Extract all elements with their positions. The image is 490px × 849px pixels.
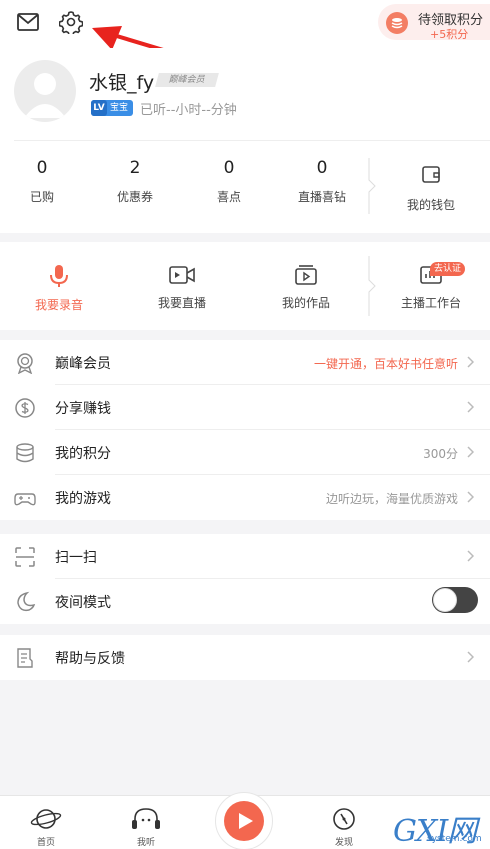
menu-item-label: 夜间模式 <box>55 595 111 611</box>
watermark-url: system.com <box>427 834 482 844</box>
vip-tag-label: 巅峰会员 <box>167 75 207 85</box>
play-icon <box>239 813 253 829</box>
headphones-icon <box>132 808 160 829</box>
menu-item-value: 一键开通，百本好书任意听 <box>313 357 458 371</box>
tab-label: 发现 <box>334 838 353 848</box>
level-badge[interactable]: LV 宝宝 <box>91 100 133 116</box>
works-icon <box>295 265 317 285</box>
feedback-icon <box>17 648 33 668</box>
stat-coupons[interactable]: 2 优惠券 <box>90 158 180 205</box>
tab-label: 我听 <box>136 838 155 848</box>
chevron-right-icon <box>467 651 474 663</box>
pending-points-button[interactable]: 待领取积分 +5积分 <box>378 4 490 41</box>
menu-item-help-feedback[interactable]: 帮助与反馈 <box>0 635 490 680</box>
tool-label: 我要录音 <box>34 298 83 312</box>
menu-item-vip[interactable]: 巅峰会员 一键开通，百本好书任意听 <box>0 340 490 385</box>
my-works-button[interactable]: 我的作品 <box>261 264 351 311</box>
chevron-right-icon <box>467 550 474 562</box>
gamepad-icon <box>14 493 36 506</box>
tab-label: 首页 <box>36 838 55 848</box>
listen-time: 已听--小时--分钟 <box>140 103 237 118</box>
watermark: GXI网 system.com <box>393 806 487 849</box>
menu-group-account: 巅峰会员 一键开通，百本好书任意听 分享赚钱 我的积分 300分 我的游戏 边听… <box>0 340 490 520</box>
stat-value: 0 <box>223 158 235 178</box>
chevron-right-icon <box>467 491 474 503</box>
menu-item-night-mode: 夜间模式 <box>0 579 490 624</box>
tool-label: 我要直播 <box>157 296 206 310</box>
menu-item-share-earn[interactable]: 分享赚钱 <box>0 385 490 430</box>
stat-xidian[interactable]: 0 喜点 <box>184 158 274 205</box>
stat-value: 2 <box>129 158 141 178</box>
moon-icon <box>17 591 36 612</box>
profile-card: 水银_fy 巅峰会员 LV 宝宝 已听--小时--分钟 0 已购 2 优惠券 0… <box>0 48 490 233</box>
stat-label: 已购 <box>29 190 54 204</box>
creator-tools: 我要录音 我要直播 我的作品 主播工作台 <box>0 242 490 330</box>
stat-label: 喜点 <box>216 190 241 204</box>
chevron-right-icon <box>467 446 474 458</box>
verify-tag[interactable]: 去认证 <box>430 262 466 276</box>
pending-points-subtitle: +5积分 <box>430 28 469 41</box>
toggle-knob <box>433 588 457 612</box>
menu-item-games[interactable]: 我的游戏 边听边玩，海量优质游戏 <box>0 475 490 520</box>
menu-item-label: 我的积分 <box>55 446 111 462</box>
tab-my-listening[interactable]: 我听 <box>116 806 176 848</box>
play-button-inner <box>224 801 264 841</box>
menu-item-label: 帮助与反馈 <box>55 651 125 667</box>
stats-row: 0 已购 2 优惠券 0 喜点 0 直播喜钻 我的钱包 <box>0 158 490 218</box>
menu-item-value: 300分 <box>423 447 458 461</box>
stat-label: 直播喜钻 <box>297 190 346 204</box>
mail-icon[interactable] <box>16 10 40 34</box>
menu-item-label: 扫一扫 <box>55 550 97 566</box>
menu-item-label: 我的游戏 <box>55 491 111 507</box>
vip-tag[interactable]: 巅峰会员 <box>155 73 219 87</box>
stat-label: 优惠券 <box>116 190 153 204</box>
chevron-right-icon <box>467 401 474 413</box>
dollar-icon <box>15 398 35 418</box>
level-badge-lv: LV <box>91 100 107 116</box>
tool-label: 主播工作台 <box>400 296 461 310</box>
night-mode-toggle[interactable] <box>432 587 478 613</box>
menu-group-help: 帮助与反馈 <box>0 635 490 680</box>
level-badge-name: 宝宝 <box>110 103 129 113</box>
stat-value: 0 <box>36 158 48 178</box>
menu-item-label: 分享赚钱 <box>55 401 111 417</box>
play-button[interactable] <box>215 792 273 849</box>
wallet-icon <box>422 166 440 183</box>
scan-icon <box>15 547 35 567</box>
separator-chevron <box>368 256 376 316</box>
medal-icon <box>17 353 33 374</box>
planet-icon <box>30 809 62 829</box>
coin-icon <box>386 12 408 34</box>
stat-value: 0 <box>316 158 328 178</box>
stat-live-diamonds[interactable]: 0 直播喜钻 <box>277 158 367 205</box>
stat-purchased[interactable]: 0 已购 <box>0 158 87 205</box>
menu-item-scan[interactable]: 扫一扫 <box>0 534 490 579</box>
chevron-right-icon <box>467 356 474 368</box>
go-live-button[interactable]: 我要直播 <box>137 264 227 311</box>
live-camera-icon <box>169 266 195 284</box>
record-audio-button[interactable]: 我要录音 <box>14 264 104 313</box>
tool-label: 我的作品 <box>281 296 330 310</box>
menu-item-value: 边听边玩，海量优质游戏 <box>325 492 458 506</box>
avatar[interactable] <box>14 60 76 122</box>
separator-chevron <box>368 158 376 214</box>
wallet-button[interactable]: 我的钱包 <box>402 164 460 213</box>
menu-item-label: 巅峰会员 <box>55 356 111 372</box>
coins-icon <box>16 443 34 463</box>
tab-home[interactable]: 首页 <box>16 806 76 848</box>
username[interactable]: 水银_fy <box>89 68 154 95</box>
gear-icon[interactable] <box>59 10 83 34</box>
menu-item-points[interactable]: 我的积分 300分 <box>0 430 490 475</box>
tab-discover[interactable]: 发现 <box>314 806 374 848</box>
wallet-label: 我的钱包 <box>406 198 455 212</box>
compass-icon <box>333 808 355 830</box>
top-bar: 待领取积分 +5积分 <box>0 0 490 48</box>
menu-group-tools: 扫一扫 夜间模式 <box>0 534 490 624</box>
divider <box>14 140 490 141</box>
mic-icon <box>50 265 68 287</box>
